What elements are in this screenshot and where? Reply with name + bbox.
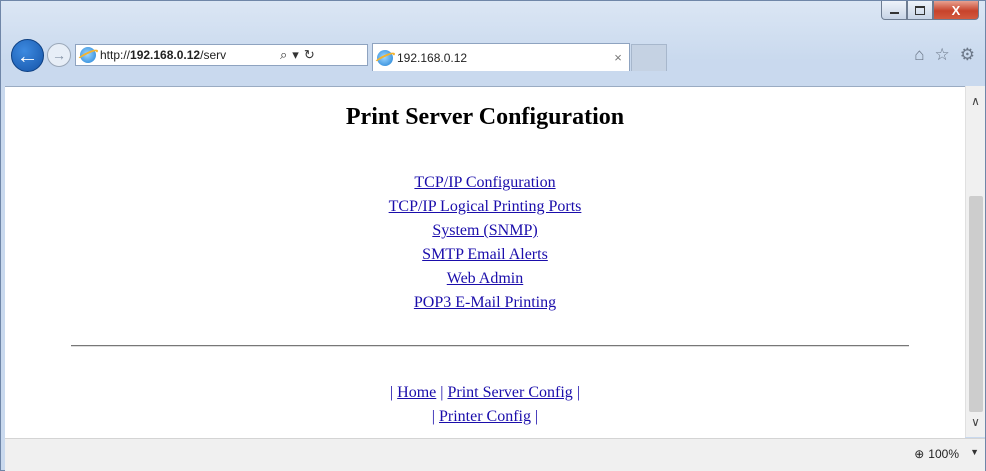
back-button[interactable]: ← <box>11 39 44 72</box>
link-system-snmp[interactable]: System (SNMP) <box>5 219 965 243</box>
zoom-control[interactable]: ⊕ 100% <box>914 447 959 461</box>
footer-separator: | <box>440 384 444 401</box>
url-host: 192.168.0.12 <box>130 48 201 62</box>
minimize-button[interactable] <box>881 1 907 20</box>
close-window-button[interactable]: X <box>933 1 979 20</box>
footer-separator: | <box>576 384 581 401</box>
page-content: Print Server Configuration TCP/IP Config… <box>5 86 965 438</box>
new-tab-button[interactable] <box>631 44 667 71</box>
home-icon[interactable]: ⌂ <box>914 46 924 63</box>
ie-logo-icon <box>377 49 393 66</box>
link-web-admin[interactable]: Web Admin <box>5 267 965 291</box>
browser-window: X ← → http://192.168.0.12/serv ⌕ ▾ ↻ 192… <box>0 0 986 471</box>
chevron-down-icon: ∨ <box>971 415 980 429</box>
config-links: TCP/IP Configuration TCP/IP Logical Prin… <box>5 171 965 315</box>
zoom-level: 100% <box>928 447 959 461</box>
footer-separator: | <box>535 408 539 425</box>
link-tcpip-logical-printing-ports[interactable]: TCP/IP Logical Printing Ports <box>5 195 965 219</box>
browser-tools: ⌂ ☆ ⚙ <box>914 46 975 63</box>
footer-nav: | Home | Print Server Config | | Printer… <box>5 381 965 429</box>
chevron-up-icon: ∧ <box>971 94 980 108</box>
gear-icon[interactable]: ⚙ <box>960 46 975 63</box>
tab-active[interactable]: 192.168.0.12 × <box>372 43 630 71</box>
footer-link-home[interactable]: Home <box>397 384 436 401</box>
zoom-dropdown-icon[interactable]: ▼ <box>970 447 979 457</box>
forward-icon: → <box>52 47 66 63</box>
footer-separator: | <box>431 408 435 425</box>
link-smtp-email-alerts[interactable]: SMTP Email Alerts <box>5 243 965 267</box>
footer-link-print-server-config[interactable]: Print Server Config <box>447 384 572 401</box>
close-window-label: X <box>951 2 961 18</box>
link-tcpip-configuration[interactable]: TCP/IP Configuration <box>5 171 965 195</box>
forward-button[interactable]: → <box>47 43 71 67</box>
refresh-icon[interactable]: ↻ <box>304 47 315 63</box>
tab-title: 192.168.0.12 <box>397 50 468 65</box>
scroll-up-button[interactable]: ∧ <box>966 92 985 110</box>
search-icon[interactable]: ⌕ <box>280 47 287 63</box>
url-scheme: http:// <box>100 48 131 62</box>
status-bar: ⊕ 100% ▼ <box>5 438 985 471</box>
back-icon: ← <box>16 42 39 68</box>
minimize-icon <box>889 12 899 14</box>
footer-separator: | <box>389 384 394 401</box>
maximize-icon <box>915 5 925 15</box>
favorites-icon[interactable]: ☆ <box>935 46 950 63</box>
zoom-icon: ⊕ <box>914 447 925 461</box>
scroll-down-button[interactable]: ∨ <box>966 413 985 431</box>
page-title: Print Server Configuration <box>345 104 625 130</box>
address-bar[interactable]: http://192.168.0.12/serv ⌕ ▾ ↻ <box>75 44 368 66</box>
caption-buttons: X <box>881 1 979 20</box>
close-tab-button[interactable]: × <box>607 50 629 65</box>
scrollbar-thumb[interactable] <box>969 196 983 412</box>
dropdown-icon[interactable]: ▾ <box>292 47 299 63</box>
url-path: /serv <box>200 48 227 62</box>
maximize-button[interactable] <box>907 1 933 20</box>
address-url[interactable]: http://192.168.0.12/serv <box>100 48 276 62</box>
vertical-scrollbar[interactable]: ∧ ∨ <box>965 86 985 437</box>
link-pop3-email-printing[interactable]: POP3 E-Mail Printing <box>5 291 965 315</box>
navigation-toolbar: ← → http://192.168.0.12/serv ⌕ ▾ ↻ 192.1… <box>1 21 985 85</box>
horizontal-divider <box>71 345 909 347</box>
ie-logo-icon <box>80 47 96 63</box>
footer-link-printer-config[interactable]: Printer Config <box>439 408 531 425</box>
